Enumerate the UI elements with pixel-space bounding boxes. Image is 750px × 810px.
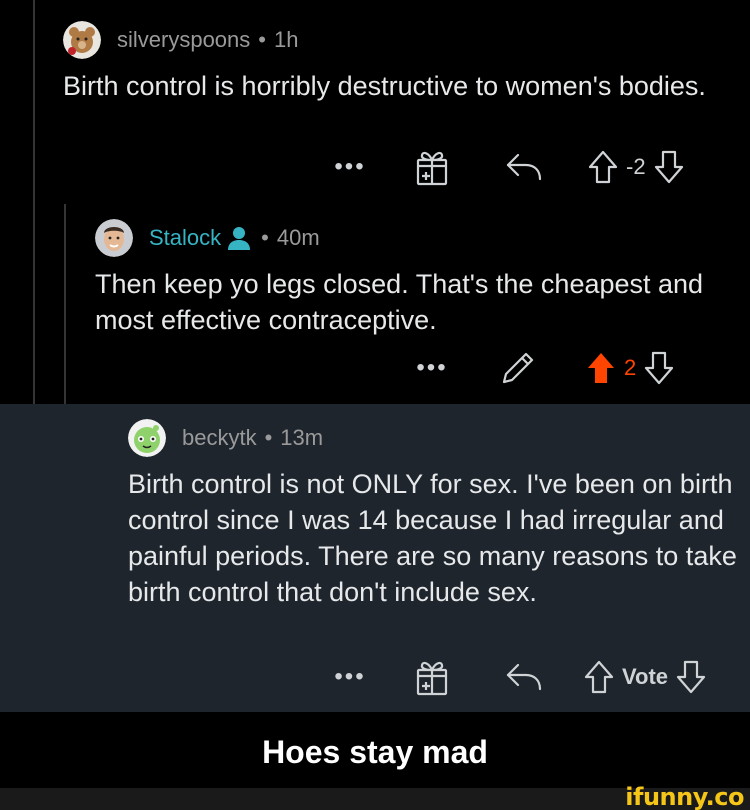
separator-dot: • <box>258 27 266 52</box>
reply-icon <box>506 153 542 181</box>
upvote-button[interactable] <box>586 351 616 385</box>
reply-button[interactable] <box>504 151 544 183</box>
award-button[interactable] <box>414 658 450 696</box>
timestamp: 13m <box>280 425 324 450</box>
comment-3: beckytk • 13m Birth control is not ONLY … <box>128 418 738 610</box>
comment-2-actions: ••• 2 <box>412 350 674 386</box>
vote-count: 2 <box>624 355 637 380</box>
reply-button[interactable] <box>504 661 544 693</box>
reply-icon <box>506 663 542 691</box>
downvote-button[interactable] <box>654 150 684 184</box>
caption-text: Hoes stay mad <box>262 733 488 770</box>
upvote-icon <box>584 660 614 694</box>
timestamp: 40m <box>276 225 320 250</box>
username[interactable]: beckytk <box>182 425 257 451</box>
vote-count: -2 <box>626 154 646 179</box>
downvote-button[interactable] <box>676 660 706 694</box>
avatar[interactable] <box>63 21 101 59</box>
username[interactable]: Stalock <box>149 225 221 251</box>
comment-meta: beckytk • 13m <box>128 418 738 458</box>
vote-label: Vote <box>622 664 669 689</box>
username[interactable]: silveryspoons <box>117 27 250 53</box>
downvote-button[interactable] <box>644 351 674 385</box>
edit-icon <box>502 352 534 384</box>
separator-dot: • <box>264 425 273 450</box>
gift-icon <box>416 661 448 696</box>
comment-body: Birth control is not ONLY for sex. I've … <box>128 469 737 607</box>
comment-body: Birth control is horribly destructive to… <box>63 71 706 101</box>
more-options-button[interactable]: ••• <box>330 153 370 181</box>
upvote-button[interactable] <box>584 660 614 694</box>
meme-caption: Hoes stay mad <box>0 712 750 792</box>
upvote-button[interactable] <box>588 150 618 184</box>
mod-icon <box>228 227 251 250</box>
edit-button[interactable] <box>500 350 536 386</box>
more-options-button[interactable]: ••• <box>412 354 452 382</box>
more-options-button[interactable]: ••• <box>330 663 370 691</box>
separator-dot: • <box>261 225 269 250</box>
comment-1: silveryspoons • 1h Birth control is horr… <box>63 20 743 104</box>
timestamp: 1h <box>273 27 299 52</box>
downvote-icon <box>676 660 706 694</box>
comment-3-actions: ••• Vote <box>330 658 706 696</box>
comment-2: Stalock • 40m Then keep yo legs closed. … <box>95 218 735 338</box>
comment-meta: silveryspoons • 1h <box>63 20 743 60</box>
thread-line-reply[interactable] <box>64 204 66 404</box>
avatar[interactable] <box>95 219 133 257</box>
avatar[interactable] <box>128 419 166 457</box>
gift-icon <box>416 151 448 186</box>
comment-1-actions: ••• -2 <box>330 148 684 186</box>
downvote-icon <box>645 351 674 385</box>
downvote-icon <box>654 150 683 184</box>
upvote-icon <box>588 353 614 383</box>
ifunny-watermark: ifunny.co <box>625 783 744 810</box>
comment-meta: Stalock • 40m <box>95 218 735 258</box>
award-button[interactable] <box>414 148 450 186</box>
thread-line-root[interactable] <box>33 0 35 404</box>
upvote-icon <box>588 150 618 184</box>
comment-body: Then keep yo legs closed. That's the che… <box>95 269 704 335</box>
